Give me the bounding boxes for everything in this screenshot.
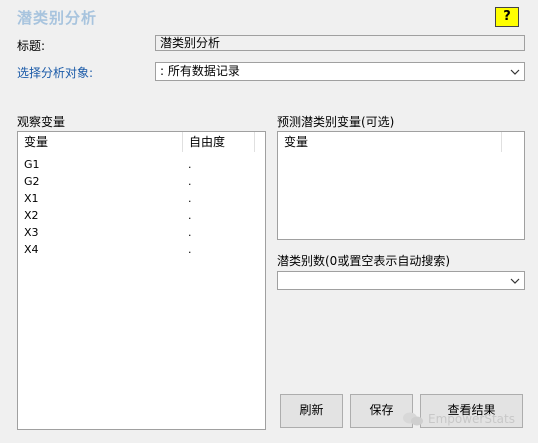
- title-label: 标题:: [17, 39, 46, 53]
- target-dropdown[interactable]: : 所有数据记录: [155, 62, 525, 81]
- wechat-icon: [403, 412, 423, 426]
- variable-row-df[interactable]: .: [188, 192, 192, 206]
- variable-row-df[interactable]: .: [188, 175, 192, 189]
- predictor-variables-list[interactable]: 变量: [277, 131, 525, 240]
- variable-row-df[interactable]: .: [188, 209, 192, 223]
- title-field[interactable]: 潜类别分析: [155, 35, 525, 51]
- help-button[interactable]: ?: [495, 7, 519, 27]
- observed-variables-list[interactable]: 变量 自由度 G1. G2. X1. X2. X3. X4.: [17, 131, 266, 430]
- target-dropdown-value: : 所有数据记录: [160, 64, 240, 78]
- refresh-button[interactable]: 刷新: [280, 394, 343, 428]
- classes-dropdown[interactable]: [277, 271, 525, 290]
- variable-row-df[interactable]: .: [188, 243, 192, 257]
- variable-row-name[interactable]: G2: [24, 175, 40, 189]
- column-header-df[interactable]: 自由度: [183, 132, 255, 152]
- predictors-section-label: 预测潜类别变量(可选): [277, 115, 395, 129]
- variable-row-name[interactable]: X1: [24, 192, 39, 206]
- watermark: EmpowerStats: [402, 411, 515, 427]
- watermark-text: EmpowerStats: [428, 412, 515, 426]
- variable-row-df[interactable]: .: [188, 226, 192, 240]
- chevron-down-icon[interactable]: [508, 63, 522, 80]
- target-label: 选择分析对象:: [17, 66, 94, 80]
- observed-section-label: 观察变量: [17, 115, 66, 129]
- classes-label: 潜类别数(0或置空表示自动搜索): [277, 254, 450, 268]
- chevron-down-icon[interactable]: [508, 272, 522, 289]
- variable-row-name[interactable]: X3: [24, 226, 39, 240]
- variable-row-name[interactable]: X4: [24, 243, 39, 257]
- variable-row-name[interactable]: X2: [24, 209, 39, 223]
- window-title: 潜类别分析: [17, 9, 98, 27]
- column-header-variable[interactable]: 变量: [18, 132, 183, 152]
- variable-row-df[interactable]: .: [188, 158, 192, 172]
- variable-row-name[interactable]: G1: [24, 158, 40, 172]
- column-header-variable[interactable]: 变量: [278, 132, 502, 152]
